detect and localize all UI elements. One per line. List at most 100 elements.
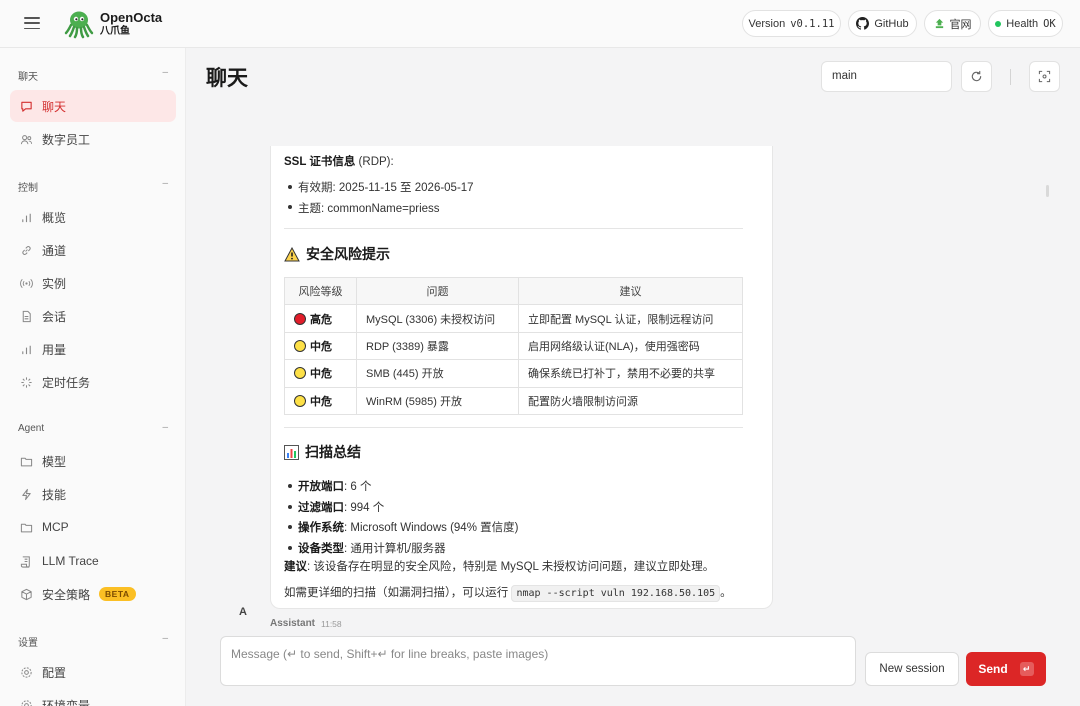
sidebar: 聊天 – 聊天 数字员工 控制 – 概览 通道 实例 会话 用量 定时任务 Agen…: [0, 48, 186, 706]
session-select[interactable]: main: [821, 61, 952, 92]
sidebar-item-overview[interactable]: 概览: [10, 201, 176, 233]
sidebar-item-llm-trace[interactable]: LLM Trace: [10, 545, 176, 577]
github-icon: [856, 17, 870, 30]
folder-icon: [20, 457, 33, 466]
column-header: 建议: [518, 276, 743, 306]
radio-signal-icon: [20, 278, 33, 288]
users-icon: [20, 134, 33, 144]
page-title: 聊天: [206, 67, 248, 90]
brand-name: OpenOcta: [100, 10, 163, 25]
top-bar: OpenOcta 八爪鱼 Version v0.1.11 GitHub 官网 H…: [0, 0, 1080, 48]
table-row: 中危 RDP (3389) 暴露 启用网络级认证(NLA)，使用强密码: [284, 331, 743, 361]
sidebar-item-channels[interactable]: 通道: [10, 234, 176, 266]
message-input[interactable]: Message (↵ to send, Shift+↵ for line bre…: [220, 636, 856, 686]
sidebar-item-sessions[interactable]: 会话: [10, 300, 176, 332]
sidebar-item-usage[interactable]: 用量: [10, 333, 176, 365]
section-agent[interactable]: Agent –: [18, 422, 168, 434]
avatar: A: [232, 601, 254, 623]
sidebar-item-models[interactable]: 模型: [10, 445, 176, 477]
risk-level-cell: 高危: [284, 304, 357, 333]
list-item: 有效期: 2025-11-15 至 2026-05-17: [298, 182, 474, 194]
section-control[interactable]: 控制 –: [18, 178, 168, 194]
website-button[interactable]: 官网: [924, 10, 981, 37]
website-icon: [935, 18, 943, 29]
new-session-button[interactable]: New session: [865, 652, 959, 686]
focus-mode-button[interactable]: [1029, 61, 1060, 92]
sidebar-item-cron[interactable]: 定时任务: [10, 366, 176, 398]
risk-level-cell: 中危: [284, 331, 357, 361]
risk-level-cell: 中危: [284, 359, 357, 388]
risk-table: 风险等级 问题 建议 高危 MySQL (3306) 未授权访问 立即配置 My…: [284, 276, 743, 415]
yellow-circle-icon: [294, 367, 306, 380]
red-circle-icon: [294, 312, 306, 325]
warning-icon: [284, 246, 300, 261]
beta-badge: BETA: [99, 587, 136, 601]
sidebar-item-security[interactable]: 安全策略 BETA: [10, 578, 176, 610]
column-header: 风险等级: [284, 276, 357, 306]
box-icon: [21, 588, 32, 600]
scrollbar[interactable]: [1046, 185, 1049, 197]
sidebar-item-label: 用量: [42, 342, 67, 357]
bullet: [288, 185, 292, 189]
issue-cell: WinRM (5985) 开放: [356, 386, 519, 415]
issue-cell: RDP (3389) 暴露: [356, 331, 519, 361]
sidebar-item-label: 技能: [42, 487, 67, 502]
yellow-circle-icon: [294, 394, 306, 407]
column-header: 问题: [356, 276, 519, 306]
sidebar-item-config[interactable]: 配置: [10, 656, 176, 688]
sidebar-item-instances[interactable]: 实例: [10, 267, 176, 299]
sidebar-item-label: 会话: [42, 309, 67, 324]
health-label: Health: [1006, 17, 1039, 30]
section-chat[interactable]: 聊天 –: [18, 67, 168, 83]
code-snippet[interactable]: nmap --script vuln 192.168.50.105: [511, 585, 721, 602]
list-item: 设备类型: 通用计算机/服务器: [298, 543, 446, 555]
sidebar-item-label: 通道: [42, 243, 67, 258]
advice-text: 建议: 该设备存在明显的安全风险，特别是 MySQL 未授权访问问题，建议立即处…: [284, 561, 715, 573]
issue-cell: MySQL (3306) 未授权访问: [356, 304, 519, 333]
list-item: 开放端口: 6 个: [298, 481, 372, 493]
summary-heading: 扫描总结: [284, 442, 361, 462]
refresh-button[interactable]: [961, 61, 992, 92]
sidebar-item-label: 环境变量: [42, 698, 91, 706]
divider: [1010, 69, 1011, 85]
github-label: GitHub: [874, 17, 909, 30]
github-button[interactable]: GitHub: [848, 10, 917, 37]
scroll-icon: [20, 555, 30, 568]
gear-icon: [21, 666, 32, 678]
footer-text: 如需更详细的扫描（如漏洞扫描），可以运行 nmap --script vuln …: [284, 584, 732, 602]
sidebar-item-label: 配置: [42, 665, 67, 680]
bar-chart-icon: [22, 213, 31, 222]
send-button[interactable]: Send ↵: [966, 652, 1046, 686]
sidebar-item-chat[interactable]: 聊天: [10, 90, 176, 122]
table-header-row: 风险等级 问题 建议: [284, 276, 743, 306]
menu-icon[interactable]: [24, 15, 40, 31]
zap-icon: [22, 488, 31, 500]
divider: [284, 427, 743, 428]
bullet: [288, 525, 292, 529]
sidebar-item-label: 数字员工: [42, 132, 91, 147]
health-value: OK: [1043, 17, 1056, 30]
table-row: 中危 SMB (445) 开放 确保系统已打补丁，禁用不必要的共享: [284, 359, 743, 388]
sidebar-item-label: MCP: [42, 520, 69, 534]
risk-level-cell: 中危: [284, 386, 357, 415]
sidebar-item-digital-staff[interactable]: 数字员工: [10, 123, 176, 155]
sidebar-item-skills[interactable]: 技能: [10, 478, 176, 510]
bullet: [288, 205, 292, 209]
assistant-message: SSL 证书信息 (RDP): 有效期: 2025-11-15 至 2026-0…: [270, 146, 773, 609]
advice-cell: 启用网络级认证(NLA)，使用强密码: [518, 331, 743, 361]
enter-key-icon: ↵: [1019, 662, 1034, 676]
bullet: [288, 484, 292, 488]
list-item: 主题: commonName=priess: [298, 203, 440, 215]
file-icon: [22, 310, 31, 322]
health-pill: Health OK: [988, 10, 1063, 37]
sidebar-item-label: 实例: [42, 276, 67, 291]
health-status-dot-icon: [995, 20, 1002, 27]
sidebar-item-env[interactable]: 环境变量: [10, 689, 176, 706]
gear-icon: [21, 699, 32, 706]
advice-cell: 立即配置 MySQL 认证，限制远程访问: [518, 304, 743, 333]
sidebar-item-label: 模型: [42, 454, 67, 469]
section-settings[interactable]: 设置 –: [18, 633, 168, 649]
table-row: 高危 MySQL (3306) 未授权访问 立即配置 MySQL 认证，限制远程…: [284, 304, 743, 333]
sidebar-item-mcp[interactable]: MCP: [10, 511, 176, 543]
link-icon: [22, 245, 31, 255]
